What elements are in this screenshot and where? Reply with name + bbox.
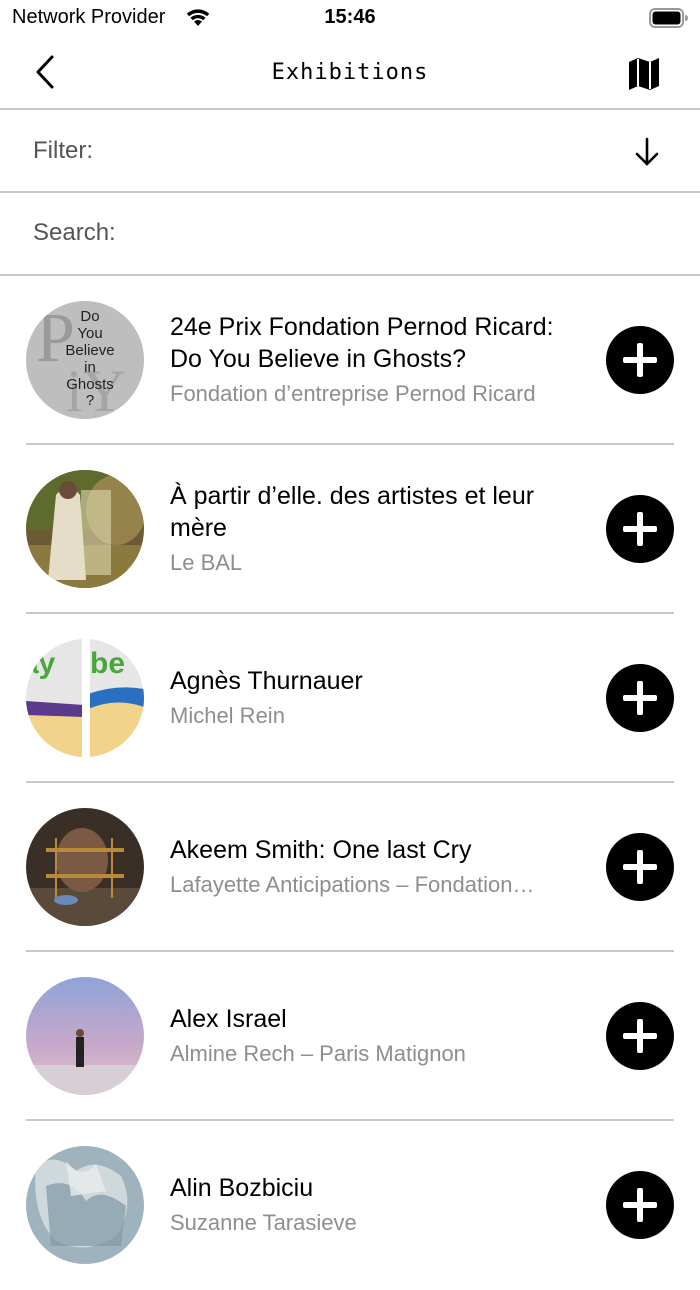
list-item[interactable]: Alex Israel Almine Rech – Paris Matignon [0,952,700,1121]
exhibition-thumbnail: P iY Do You Believe in Ghosts ? [26,301,144,419]
exhibition-thumbnail [26,470,144,588]
exhibition-venue: Le BAL [170,549,243,575]
add-button[interactable] [606,833,674,901]
thumb-text: in [84,359,96,376]
list-item[interactable]: P iY Do You Believe in Ghosts ? 24e Prix… [0,276,700,445]
exhibition-title: 24e Prix Fondation Pernod Ricard: Do You… [170,312,554,373]
search-bar [0,193,700,276]
thumb-text: ? [86,392,94,409]
map-button[interactable] [624,54,664,94]
arrow-down-icon [632,136,662,168]
page-title: Exhibitions [271,60,429,85]
add-button[interactable] [606,495,674,563]
exhibition-title: Agnès Thurnauer [170,666,363,695]
exhibition-venue: Michel Rein [170,702,285,728]
exhibition-venue: Lafayette Anticipations – Fondation… [170,871,535,897]
thumb-text: You [77,325,102,342]
list-item[interactable]: Alin Bozbiciu Suzanne Tarasieve [0,1121,700,1290]
exhibition-thumbnail [26,808,144,926]
add-button[interactable] [606,1171,674,1239]
map-icon [629,58,659,90]
search-input[interactable] [28,211,678,255]
exhibition-title: Akeem Smith: One last Cry [170,835,472,864]
filter-dropdown[interactable]: Filter: [0,110,700,193]
thumb-text: Believe [65,342,114,359]
add-button[interactable] [606,664,674,732]
exhibition-thumbnail [26,977,144,1095]
add-button[interactable] [606,326,674,394]
filter-label: Filter: [33,137,93,164]
list-item[interactable]: ay be Agnès Thurnauer Michel Rein [0,614,700,783]
list-item[interactable]: À partir d’elle. des artistes et leur mè… [0,445,700,614]
thumb-text: Do [80,308,99,325]
thumb-text: be [90,647,125,680]
navigation-bar: Exhibitions [0,36,700,110]
status-bar: Network Provider 15:46 [0,0,700,36]
exhibition-venue: Suzanne Tarasieve [170,1209,357,1235]
exhibition-title: Alin Bozbiciu [170,1173,314,1202]
thumb-text: ay [26,647,56,680]
clock: 15:46 [324,6,376,28]
list-item[interactable]: Akeem Smith: One last Cry Lafayette Anti… [0,783,700,952]
exhibition-thumbnail: ay be [26,639,144,757]
battery-icon [649,8,689,33]
exhibition-venue: Almine Rech – Paris Matignon [170,1040,466,1066]
exhibition-list: P iY Do You Believe in Ghosts ? 24e Prix… [0,276,700,1290]
exhibition-title: À partir d’elle. des artistes et leur mè… [170,481,535,542]
exhibition-venue: Fondation d’entreprise Pernod Ricard [170,380,536,406]
exhibition-thumbnail [26,1146,144,1264]
thumb-text: Ghosts [66,376,114,393]
exhibition-title: Alex Israel [170,1004,287,1033]
add-button[interactable] [606,1002,674,1070]
